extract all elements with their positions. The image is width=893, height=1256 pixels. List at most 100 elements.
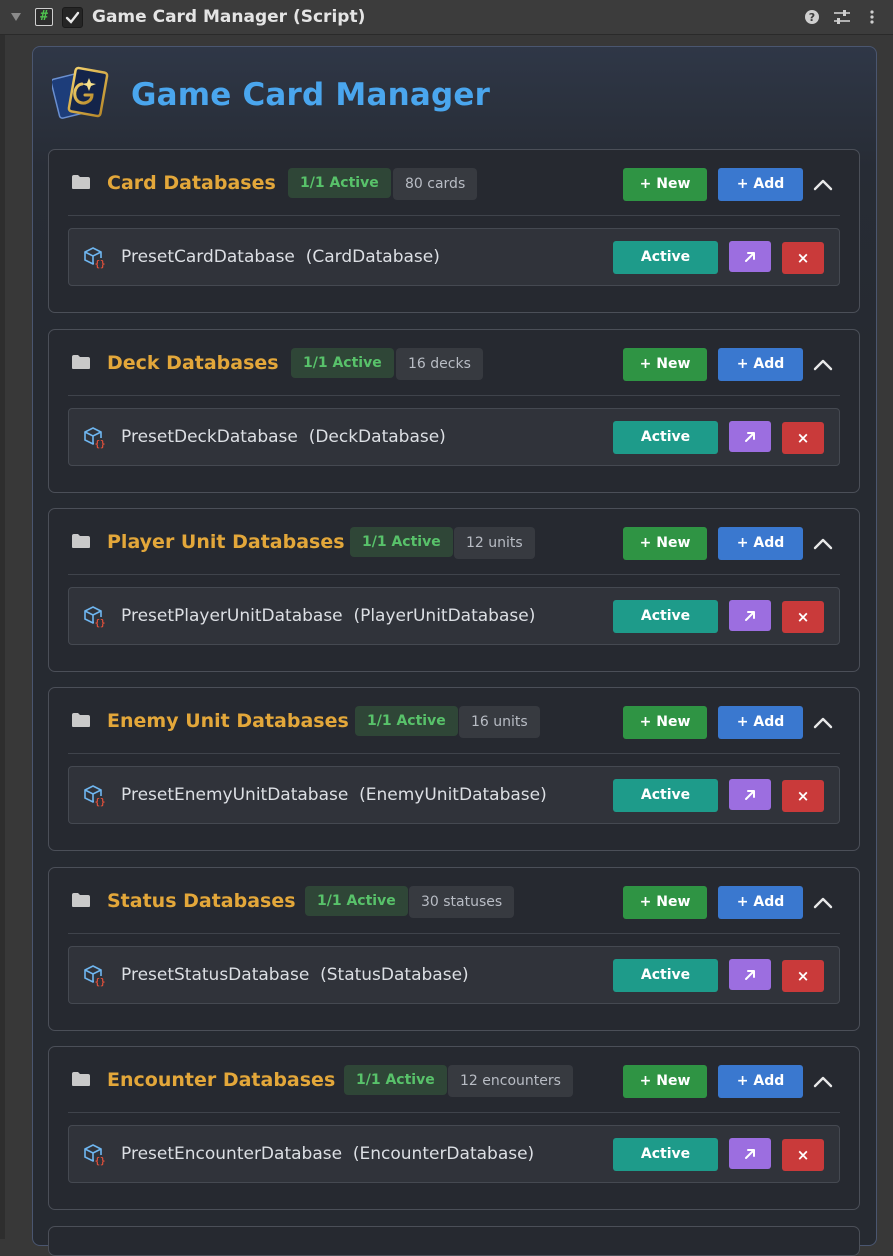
remove-database-button[interactable]: × xyxy=(782,1139,824,1171)
scriptable-object-icon: {} xyxy=(84,965,106,988)
database-section: Enemy Unit Databases 1/1 Active 16 units… xyxy=(48,687,860,851)
section-header[interactable]: Player Unit Databases 1/1 Active 12 unit… xyxy=(49,509,859,575)
manager-title: Game Card Manager xyxy=(131,77,491,113)
folder-icon xyxy=(72,534,90,548)
database-asset-name: PresetEncounterDatabase xyxy=(121,1144,343,1164)
database-asset-name: PresetDeckDatabase xyxy=(121,427,298,447)
section-divider xyxy=(68,574,840,575)
section-title: Player Unit Databases xyxy=(107,531,345,553)
external-arrow-icon xyxy=(745,969,755,980)
active-count-badge: 1/1 Active xyxy=(291,348,394,378)
section-header[interactable]: Enemy Unit Databases 1/1 Active 16 units… xyxy=(49,688,859,754)
collapse-chevron-icon[interactable] xyxy=(811,532,835,556)
new-database-button[interactable]: + New xyxy=(623,348,707,381)
database-type: (EncounterDatabase) xyxy=(352,1144,535,1164)
section-header[interactable]: Encounter Databases 1/1 Active 12 encoun… xyxy=(49,1047,859,1113)
database-name: PresetPlayerUnitDatabase (PlayerUnitData… xyxy=(121,604,535,628)
add-database-button[interactable]: + Add xyxy=(718,706,803,739)
remove-database-button[interactable]: × xyxy=(782,780,824,812)
svg-text:{}: {} xyxy=(95,440,106,450)
open-asset-button[interactable] xyxy=(729,959,771,990)
active-toggle-button[interactable]: Active xyxy=(613,600,718,633)
active-count-badge: 1/1 Active xyxy=(305,886,408,916)
section-title: Card Databases xyxy=(107,172,276,194)
svg-text:{}: {} xyxy=(95,978,106,988)
game-card-logo-icon xyxy=(52,66,109,119)
active-count-badge: 1/1 Active xyxy=(350,527,453,557)
new-database-button[interactable]: + New xyxy=(623,886,707,919)
svg-text:{}: {} xyxy=(95,619,106,629)
svg-text:{}: {} xyxy=(95,798,106,808)
section-title: Enemy Unit Databases xyxy=(107,710,349,732)
database-asset-name: PresetEnemyUnitDatabase xyxy=(121,785,349,805)
database-type: (DeckDatabase) xyxy=(308,427,446,447)
collapse-chevron-icon[interactable] xyxy=(811,891,835,915)
add-database-button[interactable]: + Add xyxy=(718,886,803,919)
script-icon: # xyxy=(35,8,53,26)
add-database-button[interactable]: + Add xyxy=(718,168,803,201)
scriptable-object-icon: {} xyxy=(84,1144,106,1167)
database-section: Encounter Databases 1/1 Active 12 encoun… xyxy=(48,1046,860,1210)
new-database-button[interactable]: + New xyxy=(623,706,707,739)
remove-database-button[interactable]: × xyxy=(782,960,824,992)
database-asset-name: PresetStatusDatabase xyxy=(121,965,310,985)
open-asset-button[interactable] xyxy=(729,241,771,272)
item-count-badge: 12 encounters xyxy=(448,1065,573,1097)
external-arrow-icon xyxy=(745,431,755,442)
open-asset-button[interactable] xyxy=(729,421,771,452)
next-section-partial xyxy=(48,1226,860,1256)
section-title: Deck Databases xyxy=(107,352,279,374)
item-count-badge: 12 units xyxy=(454,527,535,559)
active-toggle-button[interactable]: Active xyxy=(613,1138,718,1171)
external-arrow-icon xyxy=(745,610,755,621)
collapse-chevron-icon[interactable] xyxy=(811,173,835,197)
add-database-button[interactable]: + Add xyxy=(718,348,803,381)
database-asset-name: PresetCardDatabase xyxy=(121,247,295,267)
open-asset-button[interactable] xyxy=(729,1138,771,1169)
svg-text:{}: {} xyxy=(95,260,106,270)
remove-database-button[interactable]: × xyxy=(782,242,824,274)
database-type: (StatusDatabase) xyxy=(320,965,469,985)
database-type: (EnemyUnitDatabase) xyxy=(359,785,547,805)
open-asset-button[interactable] xyxy=(729,779,771,810)
active-toggle-button[interactable]: Active xyxy=(613,241,718,274)
item-count-badge: 16 decks xyxy=(396,348,483,380)
database-type: (CardDatabase) xyxy=(305,247,440,267)
enable-checkbox[interactable] xyxy=(62,7,83,28)
collapse-chevron-icon[interactable] xyxy=(811,1070,835,1094)
scriptable-object-icon: {} xyxy=(84,427,106,450)
section-divider xyxy=(68,933,840,934)
section-header[interactable]: Card Databases 1/1 Active 80 cards + New… xyxy=(49,150,859,216)
database-name: PresetCardDatabase (CardDatabase) xyxy=(121,245,440,269)
active-toggle-button[interactable]: Active xyxy=(613,421,718,454)
open-asset-button[interactable] xyxy=(729,600,771,631)
section-divider xyxy=(68,215,840,216)
section-header[interactable]: Deck Databases 1/1 Active 16 decks + New… xyxy=(49,330,859,396)
active-toggle-button[interactable]: Active xyxy=(613,779,718,812)
section-header[interactable]: Status Databases 1/1 Active 30 statuses … xyxy=(49,868,859,934)
collapse-chevron-icon[interactable] xyxy=(811,711,835,735)
remove-database-button[interactable]: × xyxy=(782,601,824,633)
external-arrow-icon xyxy=(745,1148,755,1159)
checkmark-icon xyxy=(65,11,80,24)
folder-icon xyxy=(72,175,90,189)
foldout-arrow-icon[interactable] xyxy=(9,10,23,24)
active-toggle-button[interactable]: Active xyxy=(613,959,718,992)
collapse-chevron-icon[interactable] xyxy=(811,353,835,377)
more-options-icon[interactable] xyxy=(863,8,881,26)
add-database-button[interactable]: + Add xyxy=(718,527,803,560)
new-database-button[interactable]: + New xyxy=(623,527,707,560)
remove-database-button[interactable]: × xyxy=(782,422,824,454)
database-name: PresetEnemyUnitDatabase (EnemyUnitDataba… xyxy=(121,783,547,807)
active-count-badge: 1/1 Active xyxy=(355,706,458,736)
database-section: Status Databases 1/1 Active 30 statuses … xyxy=(48,867,860,1031)
add-database-button[interactable]: + Add xyxy=(718,1065,803,1098)
new-database-button[interactable]: + New xyxy=(623,1065,707,1098)
folder-icon xyxy=(72,355,90,369)
help-icon[interactable]: ? xyxy=(803,8,821,26)
preset-icon[interactable] xyxy=(833,8,851,26)
section-divider xyxy=(68,1112,840,1113)
active-count-badge: 1/1 Active xyxy=(288,168,391,198)
section-divider xyxy=(68,753,840,754)
new-database-button[interactable]: + New xyxy=(623,168,707,201)
